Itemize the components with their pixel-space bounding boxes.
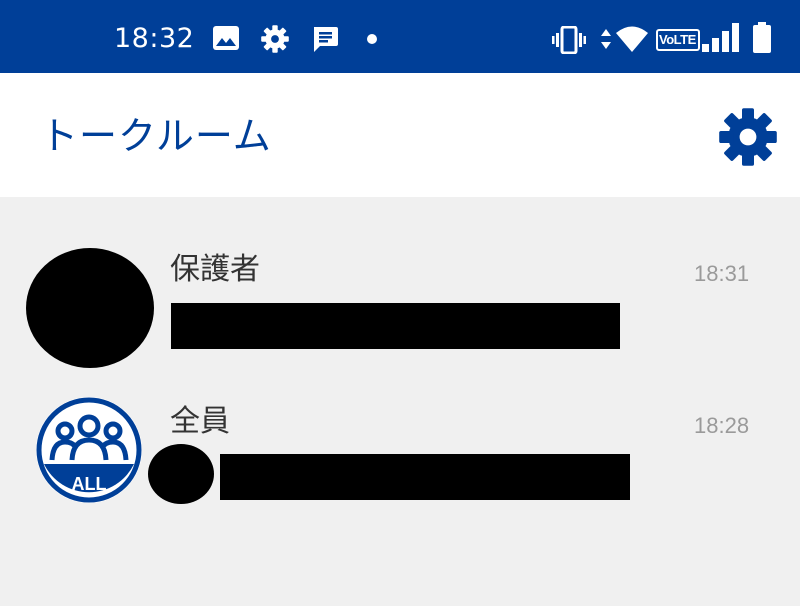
page-title: トークルーム [40,114,272,158]
chat-room-item-all[interactable]: ALL 全員 18:28 [0,392,800,542]
chat-room-list: 保護者 18:31 ALL 全員 18:28 [0,197,800,606]
all-label: ALL [72,474,107,494]
vibrate-icon [552,26,586,54]
volte-icon: VoLTE [656,29,700,51]
chat-room-name: 全員 [170,404,230,439]
chat-room-name: 保護者 [170,252,260,287]
dot-icon [367,34,377,44]
status-time: 18:32 [114,23,195,54]
data-arrows-icon [601,29,611,49]
redacted-preview [220,454,630,500]
redacted-sender-avatar [148,444,214,504]
chat-room-item-guardians[interactable]: 保護者 18:31 [0,237,800,387]
app-bar: トークルーム [0,73,800,197]
battery-icon [753,22,771,53]
settings-icon [261,25,289,53]
status-bar: 18:32 VoLTE [0,0,800,73]
image-icon [213,26,239,50]
gear-icon[interactable] [718,107,778,167]
wifi-icon [616,26,648,52]
redacted-preview [171,303,620,349]
chat-room-time: 18:31 [694,261,750,286]
message-icon [314,27,338,52]
chat-room-time: 18:28 [694,413,750,438]
volte-label: VoLTE [659,32,696,47]
redacted-avatar [26,248,154,368]
all-group-icon: ALL [36,397,142,503]
signal-icon [702,23,739,52]
